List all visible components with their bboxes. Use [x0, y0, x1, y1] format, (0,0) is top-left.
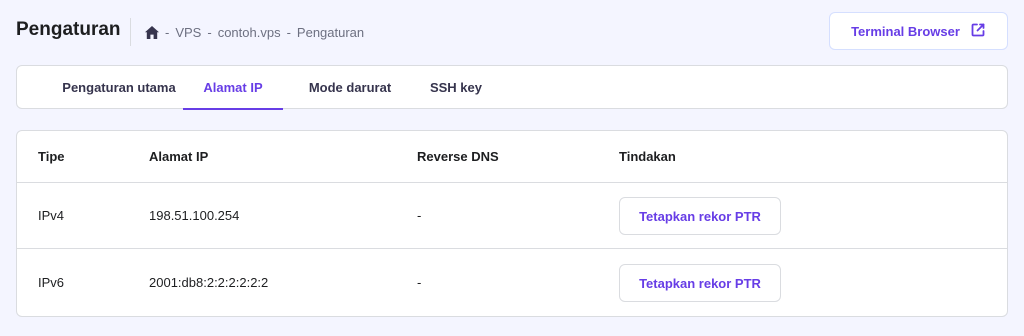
terminal-browser-label: Terminal Browser — [851, 23, 960, 39]
breadcrumb-item-vps[interactable]: VPS — [175, 25, 201, 40]
set-ptr-record-button[interactable]: Tetapkan rekor PTR — [619, 197, 781, 235]
terminal-browser-button[interactable]: Terminal Browser — [829, 12, 1008, 50]
home-icon[interactable] — [145, 25, 159, 39]
set-ptr-record-button[interactable]: Tetapkan rekor PTR — [619, 264, 781, 302]
breadcrumb: - VPS - contoh.vps - Pengaturan — [145, 23, 364, 41]
column-header-type: Tipe — [38, 149, 65, 164]
breadcrumb-item-current: Pengaturan — [296, 24, 365, 40]
tabs-bar: Pengaturan utama Alamat IP Mode darurat … — [16, 65, 1008, 110]
reverse-dns-cell: - — [417, 208, 422, 223]
column-header-rdns: Reverse DNS — [417, 149, 499, 164]
ip-address-table: Tipe Alamat IP Reverse DNS Tindakan IPv4… — [16, 130, 1008, 317]
tab-mode-darurat[interactable]: Mode darurat — [298, 66, 402, 109]
ip-type-cell: IPv6 — [38, 275, 65, 290]
page-title: Pengaturan — [16, 19, 121, 40]
column-header-action: Tindakan — [619, 149, 676, 164]
table-row: IPv6 2001:db8:2:2:2:2:2:2 - Tetapkan rek… — [17, 249, 1007, 316]
tab-ssh-key[interactable]: SSH key — [421, 66, 491, 109]
reverse-dns-cell: - — [417, 275, 422, 290]
column-header-ip: Alamat IP — [149, 149, 209, 164]
table-row: IPv4 198.51.100.254 - Tetapkan rekor PTR — [17, 183, 1007, 249]
title-divider — [130, 18, 131, 46]
tab-pengaturan-utama[interactable]: Pengaturan utama — [46, 66, 192, 109]
external-link-icon — [970, 22, 986, 41]
page-header: Pengaturan - VPS - contoh.vps - Pengatur… — [0, 0, 1024, 64]
ip-type-cell: IPv4 — [38, 208, 65, 223]
breadcrumb-separator: - — [165, 24, 170, 40]
breadcrumb-separator: - — [286, 24, 291, 40]
tab-alamat-ip[interactable]: Alamat IP — [183, 66, 283, 110]
ip-address-cell: 198.51.100.254 — [149, 208, 240, 223]
breadcrumb-separator: - — [207, 24, 212, 40]
table-header-row: Tipe Alamat IP Reverse DNS Tindakan — [17, 131, 1007, 183]
breadcrumb-item-server[interactable]: contoh.vps — [218, 25, 281, 40]
ip-address-cell: 2001:db8:2:2:2:2:2:2 — [149, 275, 269, 290]
